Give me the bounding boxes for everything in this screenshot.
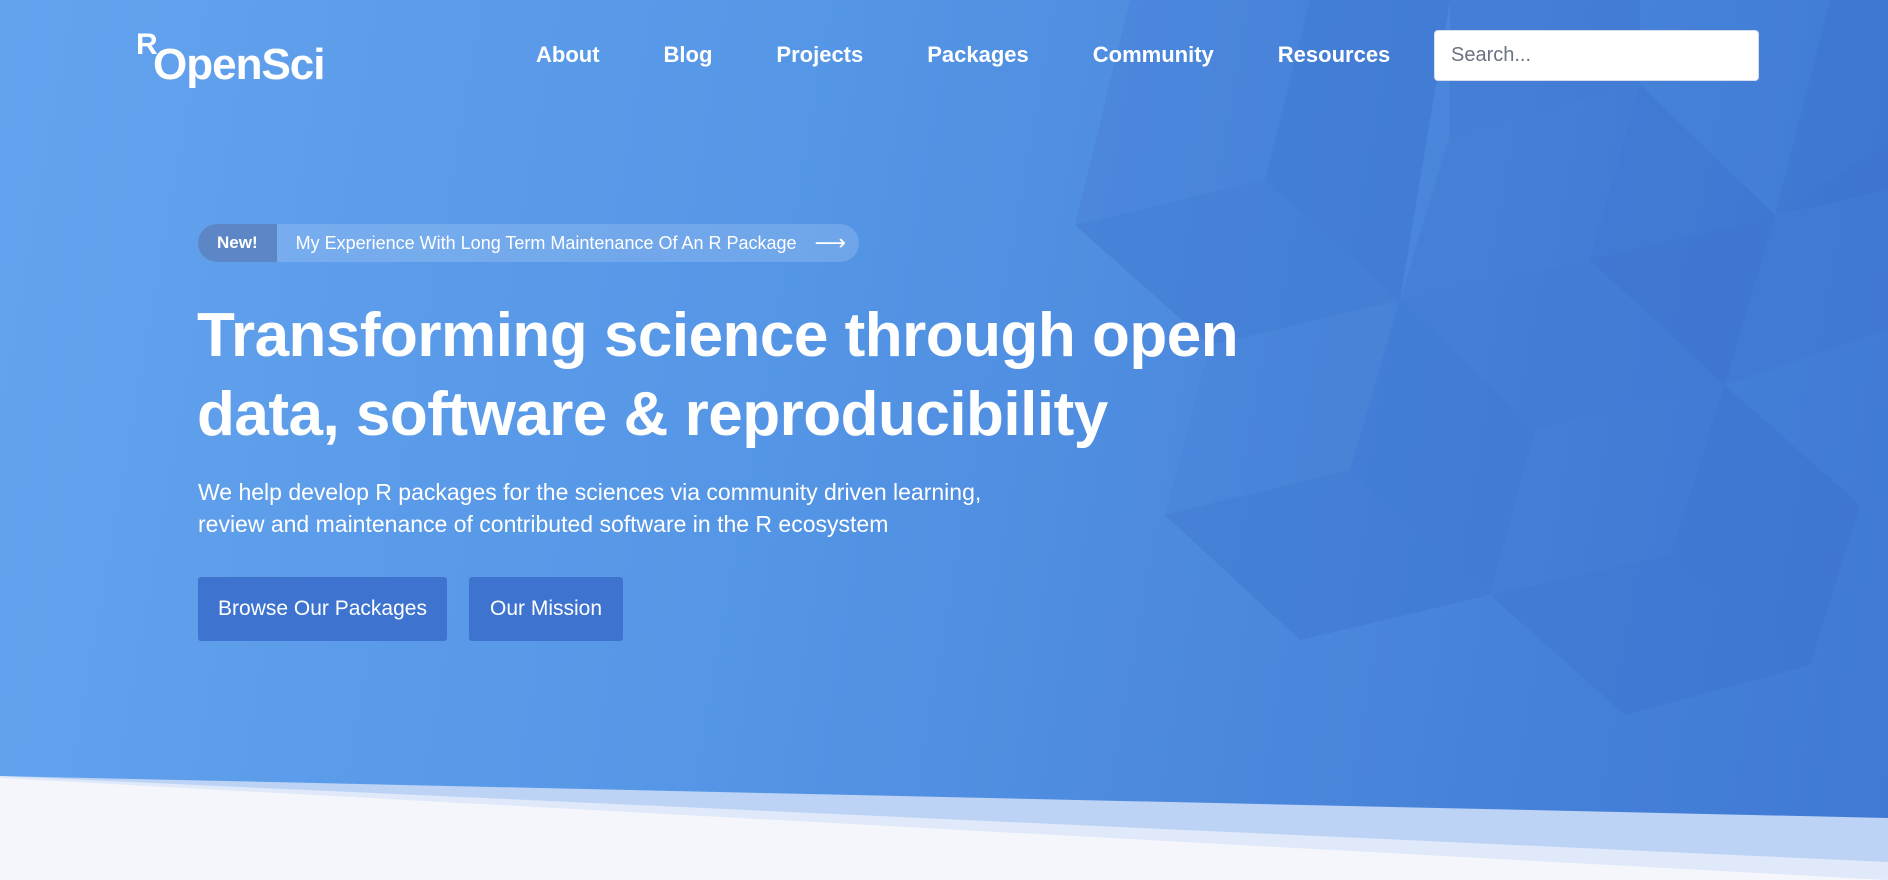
hero-headline: Transforming science through open data, … bbox=[197, 296, 1297, 454]
hero-subtext: We help develop R packages for the scien… bbox=[198, 476, 1098, 540]
logo-text: OpenSci bbox=[153, 40, 325, 89]
ropensci-logo[interactable]: R OpenSci bbox=[136, 28, 325, 90]
headline-line-2: data, software & reproducibility bbox=[197, 380, 1108, 449]
browse-packages-button[interactable]: Browse Our Packages bbox=[198, 577, 447, 641]
new-badge: New! bbox=[198, 224, 277, 262]
nav-about[interactable]: About bbox=[536, 42, 600, 74]
search-input[interactable] bbox=[1434, 30, 1759, 81]
headline-line-1: Transforming science through open bbox=[197, 301, 1239, 370]
main-nav: About Blog Projects Packages Community R… bbox=[536, 42, 1390, 74]
our-mission-button[interactable]: Our Mission bbox=[469, 577, 623, 641]
subtext-line-1: We help develop R packages for the scien… bbox=[198, 479, 982, 505]
nav-community[interactable]: Community bbox=[1093, 42, 1214, 74]
nav-projects[interactable]: Projects bbox=[776, 42, 863, 74]
arrow-right-icon: ⟶ bbox=[814, 230, 847, 255]
hero-section: R OpenSci About Blog Projects Packages C… bbox=[0, 0, 1888, 880]
nav-blog[interactable]: Blog bbox=[664, 42, 713, 74]
nav-resources[interactable]: Resources bbox=[1278, 42, 1391, 74]
nav-packages[interactable]: Packages bbox=[927, 42, 1029, 74]
subtext-line-2: review and maintenance of contributed so… bbox=[198, 511, 889, 537]
announcement-pill[interactable]: New! My Experience With Long Term Mainte… bbox=[198, 224, 859, 262]
announcement-text: My Experience With Long Term Maintenance… bbox=[295, 232, 797, 253]
